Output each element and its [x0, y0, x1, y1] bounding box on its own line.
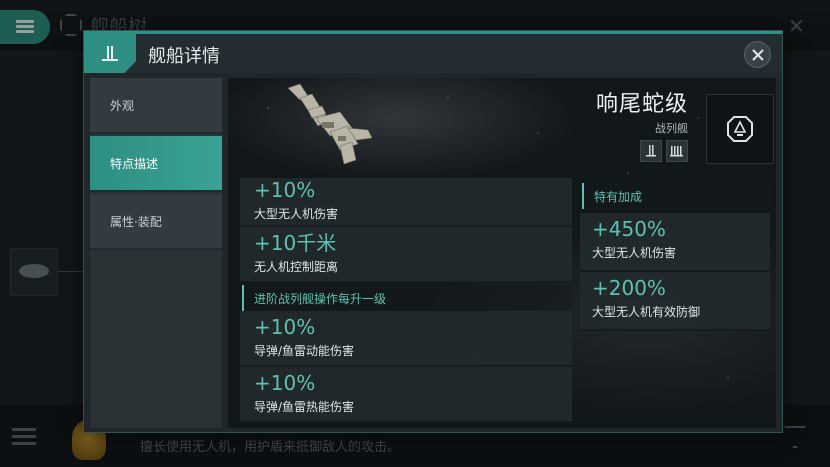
- tab-attributes-fitting[interactable]: 属性·装配: [90, 194, 222, 250]
- bonus-value: +10千米: [254, 231, 337, 255]
- faction-icon: [706, 94, 774, 164]
- special-bonus-list: 特有加成 +450% 大型无人机伤害 +200% 大型无人机有效防御: [580, 181, 770, 331]
- bonus-item: +200% 大型无人机有效防御: [580, 272, 770, 331]
- bonus-value: +10%: [254, 371, 316, 395]
- modal-title: 舰船详情: [148, 46, 220, 67]
- bonus-item: +10% 导弹/鱼雷热能伤害: [240, 367, 572, 423]
- bonus-description: 大型无人机伤害: [592, 246, 677, 260]
- section-header-special: 特有加成: [582, 183, 770, 209]
- battleship-role-icon: [640, 140, 662, 162]
- tab-features[interactable]: 特点描述: [90, 136, 222, 192]
- bonus-description: 导弹/鱼雷热能伤害: [254, 400, 355, 414]
- bonus-item: +10% 大型无人机伤害: [240, 178, 572, 227]
- bonus-description: 无人机控制距离: [254, 260, 339, 274]
- bonus-value: +10%: [254, 315, 316, 339]
- close-button[interactable]: [744, 41, 771, 68]
- battleship-icon: [84, 34, 136, 73]
- ship-render-image: [287, 83, 373, 165]
- role-icons: [640, 140, 688, 162]
- bonus-value: +450%: [592, 217, 666, 241]
- detail-tabs: 外观 特点描述 属性·装配: [90, 78, 222, 428]
- tab-appearance[interactable]: 外观: [90, 78, 222, 134]
- close-icon: [751, 48, 764, 61]
- bonus-description: 导弹/鱼雷动能伤害: [254, 344, 355, 358]
- drone-role-icon: [666, 140, 688, 162]
- bonus-value: +200%: [592, 276, 666, 300]
- role-bonus-list: +10% 大型无人机伤害 +10千米 无人机控制距离 进阶战列舰操作每升一级 +…: [240, 178, 572, 423]
- ship-feature-panel[interactable]: 响尾蛇级 战列舰 +10% 大型无人机伤害 +10千米 无人机控制距离 进阶战列…: [228, 78, 776, 428]
- modal-header: 舰船详情: [84, 31, 782, 73]
- bonus-item: +450% 大型无人机伤害: [580, 213, 770, 272]
- ship-name: 响尾蛇级: [595, 92, 688, 117]
- bonus-value: +10%: [254, 178, 316, 202]
- bonus-item: +10千米 无人机控制距离: [240, 227, 572, 283]
- section-header-advanced: 进阶战列舰操作每升一级: [242, 285, 572, 311]
- ship-class: 战列舰: [655, 122, 688, 135]
- bonus-description: 大型无人机伤害: [254, 207, 339, 221]
- ship-details-modal: 舰船详情 外观 特点描述 属性·装配 响尾蛇级 战列舰 +10% 大型无人机伤害…: [83, 30, 783, 433]
- bonus-item: +10% 导弹/鱼雷动能伤害: [240, 311, 572, 367]
- bonus-description: 大型无人机有效防御: [592, 305, 701, 319]
